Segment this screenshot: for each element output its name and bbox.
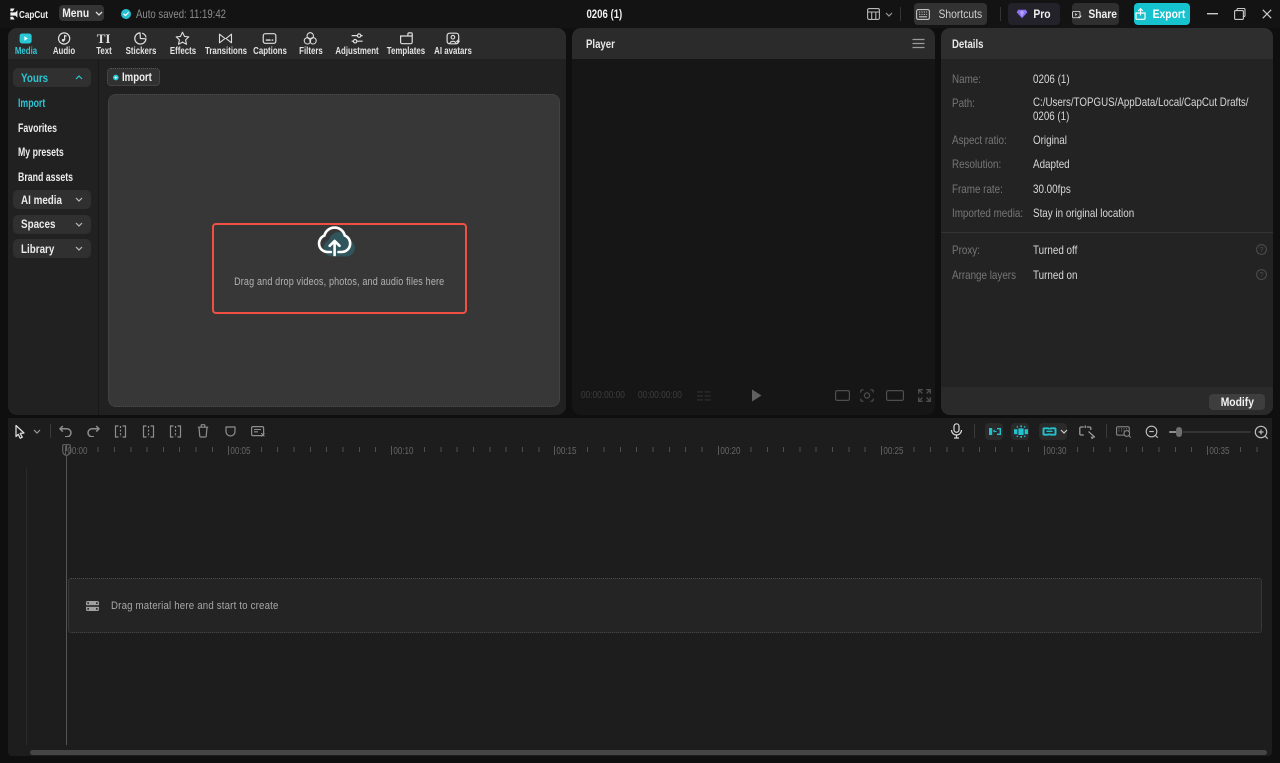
svg-text:?: ? bbox=[1259, 270, 1263, 279]
svg-text:?: ? bbox=[1259, 245, 1263, 254]
svg-text:TI: TI bbox=[97, 31, 111, 46]
